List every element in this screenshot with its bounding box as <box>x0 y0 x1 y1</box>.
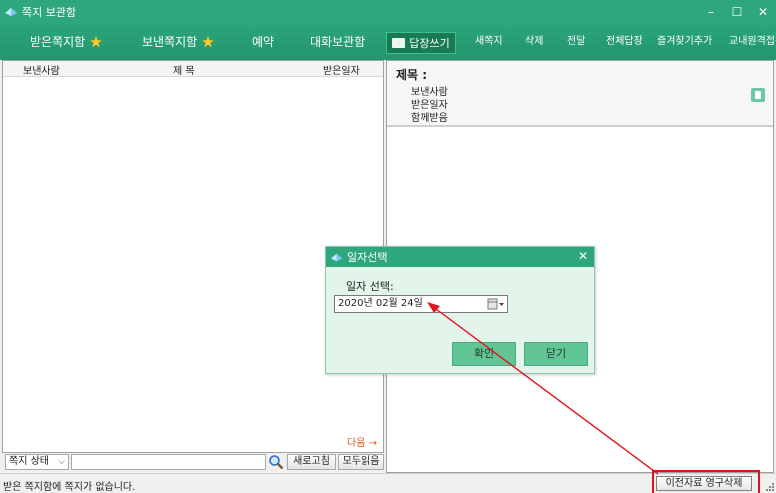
window-title: 쪽지 보관함 <box>22 6 77 19</box>
reply-label: 답장쓰기 <box>409 37 450 50</box>
date-select-dialog: 일자선택 ✕ 일자 선택: 2020년 02월 24일 확인 닫기 <box>325 246 595 374</box>
nav-conversation[interactable]: 대화보관함 <box>310 24 365 60</box>
nav-reply-all[interactable]: 전체답장 <box>606 24 643 60</box>
nav-bar: 받은쪽지함 ★ 보낸쪽지함 ★ 예약 대화보관함 답장쓰기 새쪽지 삭제 전달 … <box>0 24 776 60</box>
status-message: 받은 쪽지함에 쪽지가 없습니다. <box>3 482 136 493</box>
minimize-button[interactable]: – <box>698 0 724 24</box>
dialog-title-bar[interactable]: 일자선택 ✕ <box>326 247 594 267</box>
dialog-close-icon[interactable]: ✕ <box>578 249 588 263</box>
maximize-button[interactable]: ☐ <box>724 0 750 24</box>
status-select-value: 쪽지 상태 <box>9 456 49 467</box>
star-icon: ★ <box>89 33 103 51</box>
nav-teacher[interactable]: 교내원격접속 <box>729 24 776 60</box>
app-icon <box>330 253 343 261</box>
nav-sent-label: 보낸쪽지함 <box>142 35 198 49</box>
dialog-close-button[interactable]: 닫기 <box>524 342 588 366</box>
attachment-icon[interactable] <box>751 88 765 102</box>
resize-grip-icon[interactable] <box>766 483 774 491</box>
col-sender[interactable]: 보낸사람 <box>23 62 60 77</box>
nav-received-label: 받은쪽지함 <box>30 35 86 49</box>
nav-received[interactable]: 받은쪽지함 ★ <box>30 24 103 60</box>
app-icon <box>5 8 17 16</box>
nav-reserved[interactable]: 예약 <box>252 24 274 60</box>
search-input[interactable] <box>71 454 266 470</box>
status-select[interactable]: 쪽지 상태 ⌵ <box>5 454 69 470</box>
date-picker-value: 2020년 02월 24일 <box>338 298 423 309</box>
col-date[interactable]: 받은일자 <box>323 62 360 77</box>
next-page-link[interactable]: 다음 → <box>347 434 377 449</box>
subject-label: 제목 : <box>396 68 428 82</box>
reply-button[interactable]: 답장쓰기 <box>386 32 456 54</box>
read-all-button[interactable]: 모두읽음 <box>338 454 384 470</box>
dialog-title: 일자선택 <box>347 251 388 264</box>
star-icon: ★ <box>201 33 215 51</box>
close-button[interactable]: ✕ <box>750 0 776 24</box>
list-header: 보낸사람 제 목 받은일자 <box>3 61 383 77</box>
calendar-dropdown-icon[interactable] <box>487 298 505 310</box>
nav-sent[interactable]: 보낸쪽지함 ★ <box>142 24 215 60</box>
list-toolbar: 쪽지 상태 ⌵ 새로고침 모두읽음 <box>0 454 386 471</box>
nav-new[interactable]: 새쪽지 <box>475 24 503 60</box>
chevron-down-icon: ⌵ <box>58 457 65 467</box>
nav-delete[interactable]: 삭제 <box>525 24 543 60</box>
col-subject[interactable]: 제 목 <box>173 62 195 77</box>
title-bar: 쪽지 보관함 – ☐ ✕ <box>0 0 776 24</box>
date-field-label: 일자 선택: <box>346 280 394 293</box>
refresh-button[interactable]: 새로고침 <box>287 454 336 470</box>
date-picker[interactable]: 2020년 02월 24일 <box>334 295 508 313</box>
nav-forward[interactable]: 전달 <box>567 24 585 60</box>
search-icon[interactable] <box>268 454 284 470</box>
envelope-icon <box>392 38 406 48</box>
annotation-highlight-box <box>652 470 760 493</box>
message-header: 제목 : 보낸사람 받은일자 함께받음 <box>387 61 773 127</box>
nav-add-favorite[interactable]: 즐겨찾기추가 <box>657 24 712 60</box>
dialog-ok-button[interactable]: 확인 <box>452 342 516 366</box>
cc-label: 함께받음 <box>411 113 448 124</box>
